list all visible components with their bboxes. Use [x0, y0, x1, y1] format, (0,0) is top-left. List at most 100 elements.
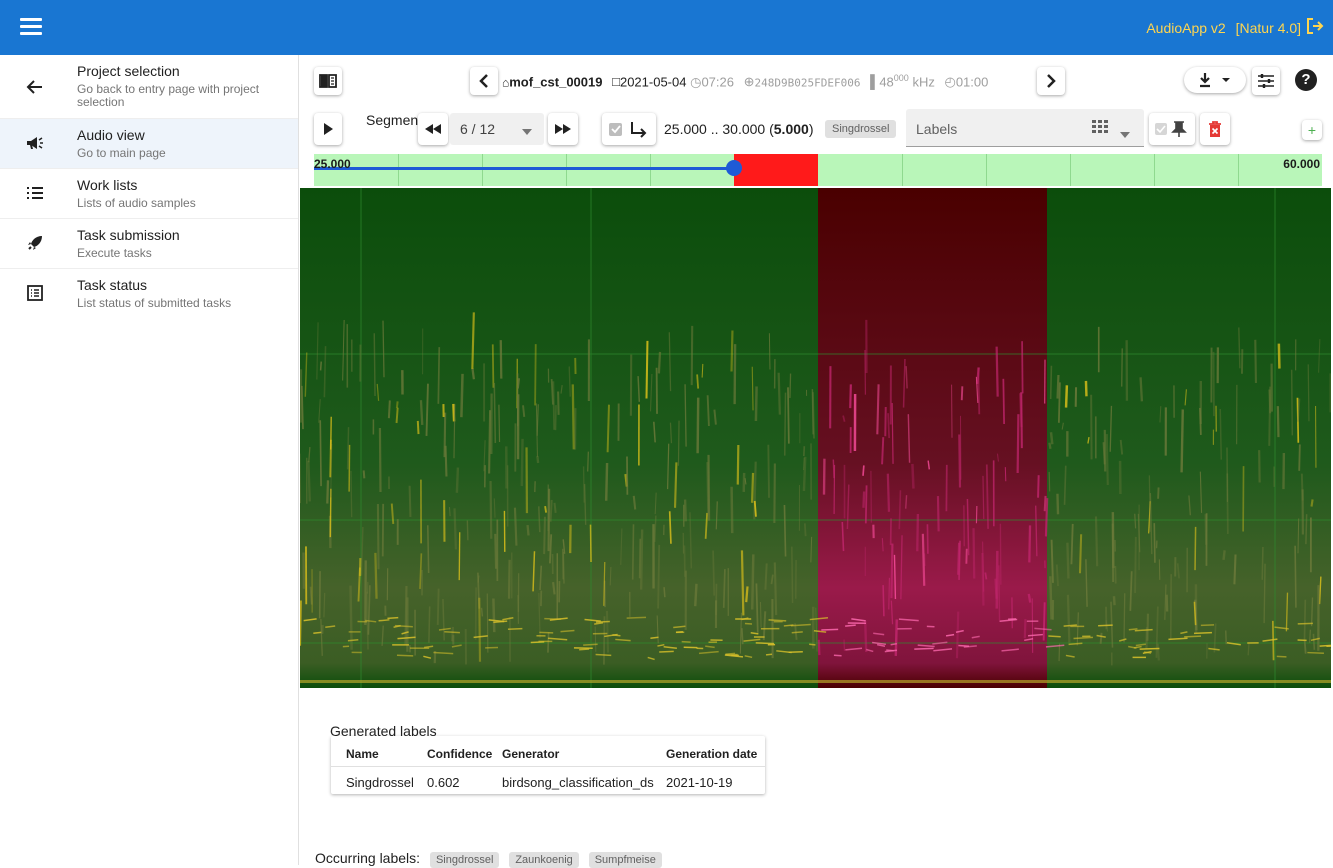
- spectrogram-streak: [479, 598, 480, 662]
- spectrogram-streak: [634, 496, 635, 510]
- spectrogram-streak: [1080, 534, 1081, 573]
- book-icon[interactable]: [314, 67, 342, 95]
- spectrogram-streak: [742, 550, 743, 615]
- audio-view-main: ⌂mof_cst_00019 □2021-05-04 ◷07:26 ⊕248D9…: [300, 55, 1333, 865]
- spectrogram-streak: [397, 655, 413, 656]
- spectrogram-streak: [769, 333, 770, 369]
- sidebar-item-audio-view[interactable]: Audio view Go to main page: [0, 119, 298, 169]
- spectrogram-streak: [888, 413, 889, 438]
- table-header: Name: [346, 747, 379, 761]
- spectrogram-streak: [1029, 594, 1030, 603]
- spectrogram-streak: [1298, 518, 1299, 553]
- sidebar-item-title: Work lists: [77, 177, 137, 193]
- spectrogram-streak: [917, 514, 918, 551]
- spectrogram-streak: [999, 565, 1000, 620]
- spectrogram-streak: [387, 618, 398, 619]
- timeline-tick: [902, 154, 903, 186]
- sample-toolbar: ⌂mof_cst_00019 □2021-05-04 ◷07:26 ⊕248D9…: [300, 55, 1333, 105]
- spectrogram-streak: [389, 400, 390, 418]
- spectrogram-streak: [449, 507, 450, 516]
- spectrogram-streak: [658, 545, 659, 609]
- sidebar-item-title: Project selection: [77, 63, 180, 79]
- timeline-bar[interactable]: 25.000 60.000: [314, 154, 1322, 186]
- spectrogram-streak: [746, 586, 747, 602]
- spectrogram-streak: [501, 340, 502, 379]
- calendar-icon: □: [612, 74, 620, 89]
- spectrogram-streak: [707, 462, 708, 515]
- spectrogram-streak: [1066, 385, 1067, 407]
- timeline-tick: [650, 154, 651, 186]
- next-sample-button[interactable]: [1037, 67, 1065, 95]
- label-chip[interactable]: Zaunkoenig: [509, 852, 579, 868]
- label-checkbox-pin[interactable]: [1149, 113, 1195, 145]
- spectrogram-streak: [308, 461, 309, 502]
- spectrogram-streak: [866, 485, 867, 523]
- add-label-button[interactable]: +: [1302, 120, 1322, 140]
- hamburger-menu-icon[interactable]: [20, 18, 42, 38]
- spectrogram[interactable]: [300, 188, 1331, 688]
- spectrogram-streak: [1071, 524, 1072, 564]
- spectrogram-streak: [1312, 499, 1313, 506]
- spectrogram-streak: [732, 487, 733, 533]
- species-chip[interactable]: Singdrossel: [825, 120, 896, 138]
- previous-sample-button[interactable]: [470, 67, 498, 95]
- spectrogram-streak: [461, 374, 462, 417]
- spectrogram-streak: [997, 551, 998, 609]
- sidebar-item-task-status[interactable]: Task status List status of submitted tas…: [0, 269, 298, 319]
- tune-icon[interactable]: [1252, 67, 1280, 95]
- spectrogram-streak: [1046, 498, 1047, 536]
- download-dropdown[interactable]: [1184, 67, 1246, 93]
- sidebar-item-work-lists[interactable]: Work lists Lists of audio samples: [0, 169, 298, 219]
- generated-labels-table: Name Confidence Generator Generation dat…: [331, 736, 765, 794]
- timeline-selection[interactable]: [734, 154, 818, 186]
- spectrogram-streak: [1292, 370, 1293, 436]
- spectrogram-streak: [348, 427, 349, 469]
- spectrogram-streak: [1312, 597, 1313, 626]
- help-icon[interactable]: ?: [1295, 69, 1317, 91]
- logout-icon[interactable]: [1305, 16, 1325, 40]
- sidebar-item-title: Task status: [77, 277, 147, 293]
- spectrogram-streak: [678, 421, 679, 466]
- sidebar-item-title: Audio view: [77, 127, 145, 143]
- spectrogram-streak: [1278, 406, 1279, 437]
- spectrogram-streak: [784, 505, 785, 556]
- spectrogram-streak: [1107, 434, 1108, 485]
- sample-date: 2021-05-04: [620, 74, 687, 89]
- segment-select[interactable]: 6 / 12: [450, 113, 544, 145]
- segment-checkbox-jump[interactable]: [602, 113, 656, 145]
- spectrogram-streak: [775, 562, 776, 615]
- timeline-slider-handle[interactable]: [726, 160, 742, 176]
- previous-segment-button[interactable]: [418, 113, 448, 145]
- label-chip[interactable]: Sumpfmeise: [589, 852, 662, 868]
- table-header: Generation date: [666, 747, 757, 761]
- labels-select[interactable]: Labels: [906, 109, 1144, 147]
- spectrogram-streak: [1182, 409, 1183, 472]
- spectrogram-streak: [1122, 348, 1123, 386]
- spectrogram-streak: [784, 625, 794, 626]
- spectrogram-streak: [1248, 644, 1249, 655]
- next-segment-button[interactable]: [548, 113, 578, 145]
- sidebar-item-project-selection[interactable]: Project selection Go back to entry page …: [0, 55, 298, 119]
- spectrogram-streak: [606, 463, 607, 501]
- spectrogram-streak: [494, 498, 495, 517]
- spectrogram-streak: [883, 585, 884, 616]
- spectrogram-streak: [494, 383, 495, 443]
- timeline-progress: [314, 167, 734, 170]
- spectrogram-streak: [891, 544, 892, 599]
- sidebar-item-task-submission[interactable]: Task submission Execute tasks: [0, 219, 298, 269]
- play-button[interactable]: [314, 113, 342, 145]
- table-cell: birdsong_classification_ds: [502, 775, 654, 790]
- spectrogram-streak: [1167, 595, 1168, 612]
- delete-icon[interactable]: [1200, 113, 1230, 145]
- sample-duration: 01:00: [956, 74, 989, 89]
- spectrogram-streak: [788, 387, 789, 443]
- spectrogram-streak: [1022, 341, 1023, 393]
- timeline-tick: [482, 154, 483, 186]
- spectrogram-streak: [790, 374, 791, 398]
- table-cell: Singdrossel: [346, 775, 414, 790]
- spectrogram-streak: [1038, 475, 1039, 498]
- label-chip[interactable]: Singdrossel: [430, 852, 499, 868]
- spectrogram-streak: [713, 550, 714, 595]
- spectrogram-streak: [1044, 602, 1045, 640]
- sample-rate: 48: [879, 74, 893, 89]
